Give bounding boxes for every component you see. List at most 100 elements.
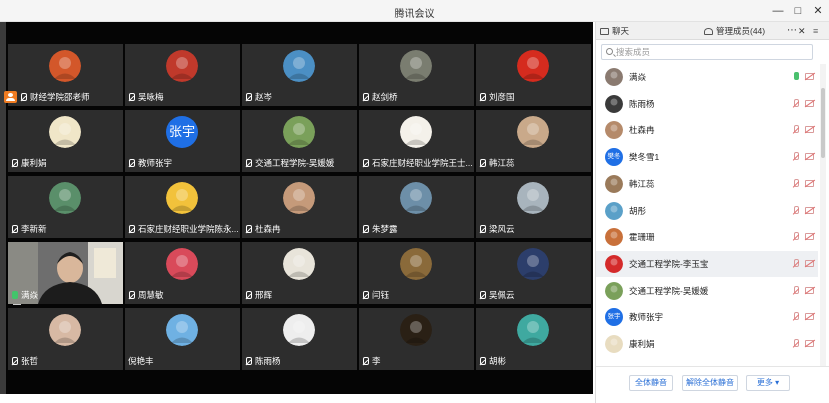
mic-muted-icon [11, 158, 18, 168]
panel-close-icon[interactable]: ✕ [798, 22, 806, 40]
participant-name-text: 杜森冉 [255, 224, 281, 234]
scrollbar-thumb[interactable] [821, 88, 825, 158]
camera-off-icon[interactable] [805, 99, 814, 107]
mic-muted-icon[interactable] [792, 258, 799, 269]
participant-tile[interactable]: 满焱 [8, 242, 123, 310]
camera-off-icon[interactable] [805, 206, 814, 214]
mic-muted-icon [245, 290, 252, 300]
participant-tile[interactable]: 梁风云 [476, 176, 591, 238]
tab-chat-label: 聊天 [612, 26, 630, 36]
camera-off-icon[interactable] [805, 73, 814, 80]
mic-muted-icon[interactable] [792, 285, 799, 296]
participant-name: 财经学院邵老师 [20, 91, 90, 103]
participant-tile[interactable]: 财经学院邵老师 [4, 44, 123, 106]
participant-tile[interactable]: 闫钰 [359, 242, 474, 304]
participant-tile[interactable]: 周慧敏 [125, 242, 240, 304]
tab-chat[interactable]: 聊天 [600, 22, 629, 40]
participant-name-text: 李 [372, 356, 381, 366]
minimize-button[interactable]: — [770, 3, 786, 19]
member-name: 樊冬雪1 [629, 152, 660, 163]
member-avatar [605, 335, 623, 353]
member-row[interactable]: 满焱 [596, 64, 818, 90]
mute-all-button[interactable]: 全体静音 [629, 375, 673, 391]
participant-tile[interactable]: 石家庄财经职业学院陈永... [125, 176, 240, 238]
participant-tile[interactable]: 李新新 [8, 176, 123, 238]
participant-tile[interactable]: 交通工程学院-吴媛媛 [242, 110, 357, 172]
participant-tile[interactable]: 吴咏梅 [125, 44, 240, 106]
member-row[interactable]: 张宇 教师张宇 [596, 304, 818, 330]
member-row[interactable]: 樊冬 樊冬雪1 [596, 144, 818, 170]
participant-name: 闫钰 [362, 289, 389, 301]
mic-muted-icon[interactable] [792, 178, 799, 189]
participant-tile[interactable]: 吴佩云 [476, 242, 591, 304]
tab-members[interactable]: 管理成员(44) [704, 22, 765, 40]
panel-menu-icon[interactable]: ≡ [813, 22, 818, 40]
panel-tabs: 聊天 管理成员(44) ⋯ ✕ ≡ [596, 22, 829, 40]
member-row[interactable]: 交通工程学院-李玉宝 [596, 250, 818, 277]
member-search-input[interactable] [616, 46, 806, 58]
more-icon[interactable]: ⋯ [787, 22, 797, 40]
mic-muted-icon [479, 92, 486, 102]
participant-tile[interactable]: 韩江蕊 [476, 110, 591, 172]
more-button[interactable]: 更多 ▾ [746, 375, 790, 391]
camera-off-icon[interactable] [805, 340, 814, 347]
mic-muted-icon[interactable] [792, 339, 799, 349]
camera-off-icon[interactable] [805, 126, 814, 134]
participant-name: 倪艳丰 [128, 355, 154, 367]
camera-off-icon[interactable] [805, 233, 814, 241]
camera-off-icon[interactable] [805, 153, 814, 161]
member-row[interactable]: 韩江蕊 [596, 171, 818, 197]
participant-name-text: 康利娟 [21, 158, 47, 168]
participant-tile[interactable]: 倪艳丰 [125, 308, 240, 370]
avatar [283, 182, 315, 214]
participant-name-text: 满焱 [21, 290, 39, 300]
participant-tile[interactable]: 石家庄财经职业学院王士... [359, 110, 474, 172]
participant-tile[interactable]: 赵岑 [242, 44, 357, 106]
participant-tile[interactable]: 张宇 教师张宇 [125, 110, 240, 172]
members-icon [704, 28, 713, 35]
participant-tile[interactable]: 康利娟 [8, 110, 123, 172]
member-row[interactable]: 杜森冉 [596, 117, 818, 143]
mic-muted-icon[interactable] [792, 205, 799, 216]
camera-off-icon[interactable] [805, 313, 814, 321]
mic-muted-icon [245, 158, 252, 168]
participant-tile[interactable]: 胡彬 [476, 308, 591, 370]
participant-tile[interactable]: 陈雨杨 [242, 308, 357, 370]
member-avatar [605, 94, 623, 113]
participant-name: 杜森冉 [245, 223, 281, 235]
participant-tile[interactable]: 杜森冉 [242, 176, 357, 238]
member-avatar [605, 68, 623, 86]
participant-tile[interactable]: 刘彦国 [476, 44, 591, 106]
participant-tile[interactable]: 李 [359, 308, 474, 370]
participant-tile[interactable]: 张哲 [8, 308, 123, 370]
mic-muted-icon [128, 290, 135, 300]
participant-tile[interactable]: 邢辉 [242, 242, 357, 304]
member-row[interactable]: 陈雨杨 [596, 91, 818, 117]
mic-muted-icon [128, 224, 135, 234]
participant-tile[interactable]: 赵剑桥 [359, 44, 474, 106]
mic-muted-icon[interactable] [792, 312, 799, 322]
member-row[interactable]: 胡彤 [596, 198, 818, 224]
mic-muted-icon[interactable] [792, 125, 799, 135]
mic-on-icon[interactable] [792, 72, 799, 82]
member-row[interactable]: 交通工程学院-吴媛媛 [596, 278, 818, 304]
camera-off-icon[interactable] [805, 286, 814, 294]
unmute-all-button[interactable]: 解除全体静音 [682, 375, 738, 391]
avatar [400, 116, 432, 148]
camera-off-icon[interactable] [805, 259, 814, 267]
participant-name: 梁风云 [479, 223, 515, 235]
mic-muted-icon[interactable] [792, 232, 799, 242]
maximize-button[interactable]: □ [790, 3, 806, 19]
camera-off-icon[interactable] [805, 179, 814, 187]
member-row[interactable]: 霍珊珊 [596, 224, 818, 250]
member-row[interactable]: 康利娟 [596, 331, 818, 357]
mic-muted-icon[interactable] [792, 152, 799, 162]
video-grid: 财经学院邵老师 吴咏梅 赵岑 赵剑桥 刘彦国康利娟 张宇 教师张宇 交通工程学院-吴媛媛 石家庄… [4, 22, 593, 394]
member-name: 韩江蕊 [629, 178, 655, 189]
avatar [283, 248, 315, 280]
close-button[interactable]: ✕ [810, 3, 826, 19]
participant-name: 李 [362, 355, 381, 367]
participant-tile[interactable]: 朱梦露 [359, 176, 474, 238]
mic-muted-icon[interactable] [792, 98, 799, 109]
member-list-scrollbar[interactable] [820, 64, 826, 384]
